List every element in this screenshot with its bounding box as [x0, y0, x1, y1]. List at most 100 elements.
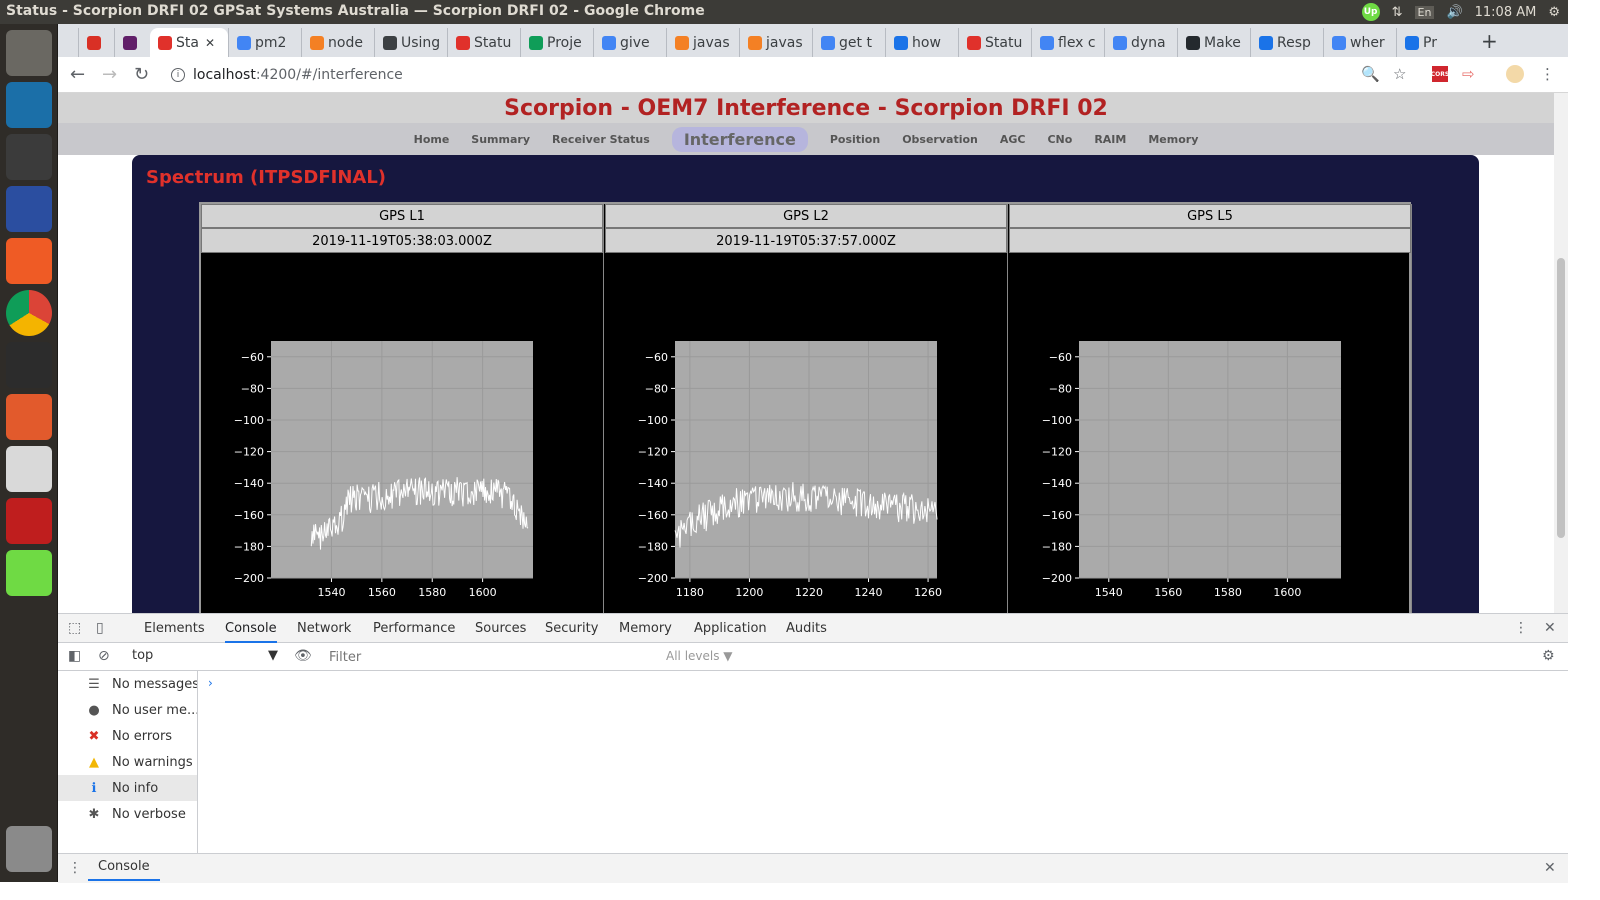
tab-close-icon[interactable]: ✕	[205, 36, 215, 50]
console-settings-gear-icon[interactable]: ⚙	[1542, 648, 1555, 664]
browser-tab[interactable]: dyna	[1104, 28, 1177, 57]
reload-icon[interactable]: ↻	[134, 64, 149, 85]
console-sidebar-item[interactable]: ✖ No errors	[58, 723, 197, 749]
new-tab-button[interactable]: +	[1481, 29, 1498, 53]
console-sidebar-item[interactable]: ☰ No messages	[58, 671, 197, 697]
browser-tab[interactable]: Statu	[958, 28, 1031, 57]
devtools-menu-icon[interactable]: ⋮	[1514, 620, 1528, 636]
sublime-text-icon[interactable]	[6, 134, 52, 180]
devtools-tab-network[interactable]: Network	[297, 621, 351, 636]
zoom-icon[interactable]: 🔍	[1361, 65, 1380, 83]
nav-link-cno[interactable]: CNo	[1047, 133, 1072, 146]
remmina-icon[interactable]	[6, 82, 52, 128]
console-filter-input[interactable]	[329, 647, 657, 667]
browser-tab[interactable]: Pr	[1396, 28, 1469, 57]
device-toolbar-icon[interactable]: ▯	[96, 620, 104, 636]
y-tick-label: −80	[645, 382, 668, 395]
tab-favicon-icon	[748, 35, 762, 50]
devtools-tab-console[interactable]: Console	[225, 621, 277, 643]
browser-tab[interactable]: how	[885, 28, 958, 57]
site-info-icon[interactable]: i	[171, 68, 185, 82]
browser-tab[interactable]: give	[593, 28, 666, 57]
context-selector[interactable]: top ▼	[132, 648, 278, 663]
devtools-tab-security[interactable]: Security	[545, 621, 598, 636]
devtools-tab-memory[interactable]: Memory	[619, 621, 672, 636]
upwork-tray-icon[interactable]: Up	[1361, 3, 1380, 21]
page-scrollbar[interactable]	[1554, 93, 1568, 613]
clock[interactable]: 11:08 AM	[1475, 5, 1537, 20]
nav-link-raim[interactable]: RAIM	[1094, 133, 1126, 146]
profile-avatar[interactable]	[1506, 65, 1524, 83]
remote-desktop-icon[interactable]	[6, 186, 52, 232]
address-bar[interactable]: i localhost:4200/#/interference	[171, 61, 1371, 89]
browser-tab[interactable]: pm2	[228, 28, 301, 57]
nav-link-interference[interactable]: Interference	[671, 126, 808, 152]
nav-link-receiver-status[interactable]: Receiver Status	[552, 133, 650, 146]
browser-tab[interactable]: wher	[1323, 28, 1396, 57]
extension-arrow-icon[interactable]: ⇨	[1462, 65, 1475, 83]
live-expression-eye-icon[interactable]: 👁	[294, 648, 312, 664]
x-tick-label: 1240	[855, 586, 883, 599]
drawer-close-icon[interactable]: ✕	[1544, 860, 1556, 876]
browser-tab[interactable]	[78, 28, 114, 57]
nav-link-agc[interactable]: AGC	[1000, 133, 1026, 146]
bookmark-star-icon[interactable]: ☆	[1393, 65, 1406, 83]
upwork-icon[interactable]	[6, 550, 52, 596]
filezilla-icon[interactable]	[6, 498, 52, 544]
log-levels-dropdown[interactable]: All levels ▼	[666, 649, 733, 663]
devtools-tab-sources[interactable]: Sources	[475, 621, 526, 636]
chrome-icon[interactable]	[6, 290, 52, 336]
browser-tab[interactable]: get t	[812, 28, 885, 57]
console-sidebar-item[interactable]: ● No user me...	[58, 697, 197, 723]
files-icon[interactable]	[6, 394, 52, 440]
browser-tab[interactable]: node	[301, 28, 374, 57]
drawer-menu-icon[interactable]: ⋮	[68, 860, 82, 876]
keyboard-layout-indicator[interactable]: En	[1414, 5, 1435, 19]
nav-link-home[interactable]: Home	[414, 133, 450, 146]
devtools-tab-audits[interactable]: Audits	[786, 621, 827, 636]
postman-icon[interactable]	[6, 238, 52, 284]
text-editor-icon[interactable]	[6, 446, 52, 492]
sidebar-toggle-icon[interactable]: ◧	[68, 648, 81, 664]
clear-console-icon[interactable]: ⊘	[98, 648, 110, 664]
browser-tab[interactable]: Resp	[1250, 28, 1323, 57]
tab-label: Make	[1204, 34, 1241, 51]
console-sidebar-item[interactable]: ✱ No verbose	[58, 801, 197, 827]
browser-tab[interactable]: javas	[739, 28, 812, 57]
console-prompt[interactable]: ›	[208, 676, 213, 690]
network-transfer-icon[interactable]: ⇅	[1392, 5, 1403, 20]
browser-tab[interactable]: Sta ✕	[150, 28, 228, 57]
cors-extension-icon[interactable]: CORS	[1431, 66, 1449, 82]
terminal-icon[interactable]	[6, 342, 52, 388]
console-sidebar-item[interactable]: ▲ No warnings	[58, 749, 197, 775]
trash-icon[interactable]	[6, 826, 52, 872]
volume-icon[interactable]: 🔊	[1446, 5, 1462, 20]
nav-link-memory[interactable]: Memory	[1148, 133, 1198, 146]
browser-menu-icon[interactable]: ⋮	[1540, 65, 1555, 83]
devtools-tab-application[interactable]: Application	[694, 621, 767, 636]
devtools-tab-performance[interactable]: Performance	[373, 621, 455, 636]
browser-tab[interactable]: Proje	[520, 28, 593, 57]
settings-gear-icon[interactable]: ⚙	[1548, 5, 1560, 20]
nav-link-observation[interactable]: Observation	[902, 133, 978, 146]
tab-label: pm2	[255, 34, 287, 51]
x-tick-label: 1260	[914, 586, 942, 599]
browser-tab[interactable]: flex c	[1031, 28, 1104, 57]
browser-tab[interactable]: javas	[666, 28, 739, 57]
nav-link-summary[interactable]: Summary	[471, 133, 530, 146]
tab-favicon-icon	[1332, 35, 1346, 50]
drawer-tab-console[interactable]: Console	[88, 859, 160, 881]
forward-arrow-icon[interactable]: →	[102, 64, 117, 85]
browser-tab[interactable]	[114, 28, 150, 57]
devtools-tab-elements[interactable]: Elements	[144, 621, 205, 636]
devtools-close-icon[interactable]: ✕	[1544, 620, 1556, 636]
nav-link-position[interactable]: Position	[830, 133, 880, 146]
back-arrow-icon[interactable]: ←	[70, 64, 85, 85]
browser-tab[interactable]: Make	[1177, 28, 1250, 57]
dash-icon[interactable]	[6, 30, 52, 76]
browser-tab[interactable]: Statu	[447, 28, 520, 57]
browser-tab[interactable]: Using	[374, 28, 447, 57]
inspect-element-icon[interactable]: ⬚	[68, 620, 81, 636]
console-sidebar-item[interactable]: ℹ No info	[58, 775, 197, 801]
scrollbar-thumb[interactable]	[1557, 258, 1565, 538]
